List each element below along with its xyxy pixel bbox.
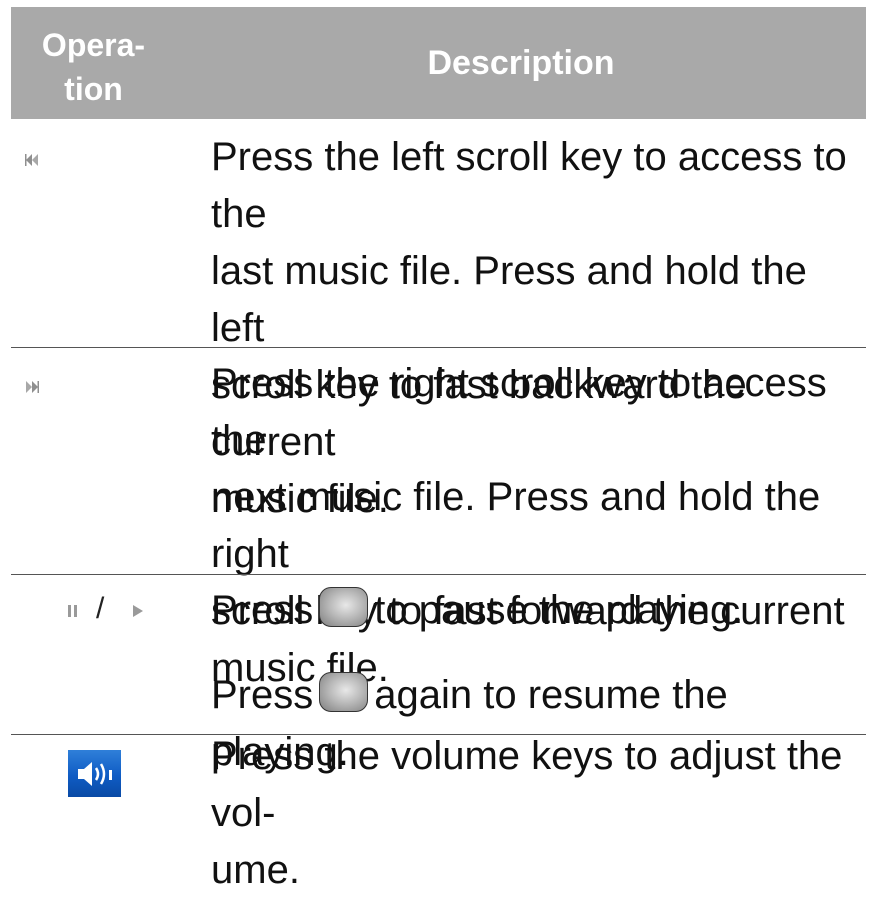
row-description: Press the right scroll key to access the… — [211, 355, 861, 697]
operation-separator: / — [96, 592, 105, 625]
pause-text: to pause the playing. — [374, 588, 744, 632]
description-line: Press the volume keys to adjust the vol- — [211, 734, 843, 835]
header-description: Description — [427, 43, 615, 82]
play-icon — [133, 605, 143, 617]
row-description: Press to pause the playing. — [211, 582, 861, 639]
description-line: Press to pause the playing. — [211, 582, 861, 639]
description-line: Press the right scroll key to access the — [211, 361, 827, 462]
volume-icon — [68, 750, 121, 797]
play-pause-button-icon — [319, 672, 369, 712]
pause-icon — [68, 605, 77, 617]
fast-forward-icon — [26, 381, 39, 393]
row-divider — [11, 347, 866, 348]
press-text: Press — [211, 673, 314, 717]
description-line: next music file. Press and hold the righ… — [211, 475, 821, 576]
play-pause-button-icon — [319, 587, 369, 627]
description-line: Press the left scroll key to access to t… — [211, 135, 847, 236]
header-operation: Opera- tion — [11, 23, 176, 111]
header-operation-line1: Opera- — [41, 27, 146, 63]
header-operation-line2: tion — [64, 71, 123, 107]
rewind-icon — [25, 154, 38, 166]
description-line: ume. — [211, 848, 300, 892]
row-description: Press the volume keys to adjust the vol-… — [211, 728, 861, 899]
press-text: Press — [211, 588, 314, 632]
description-line: last music file. Press and hold the left — [211, 249, 807, 350]
row-divider — [11, 574, 866, 575]
table-header: Opera- tion Description — [11, 7, 866, 119]
